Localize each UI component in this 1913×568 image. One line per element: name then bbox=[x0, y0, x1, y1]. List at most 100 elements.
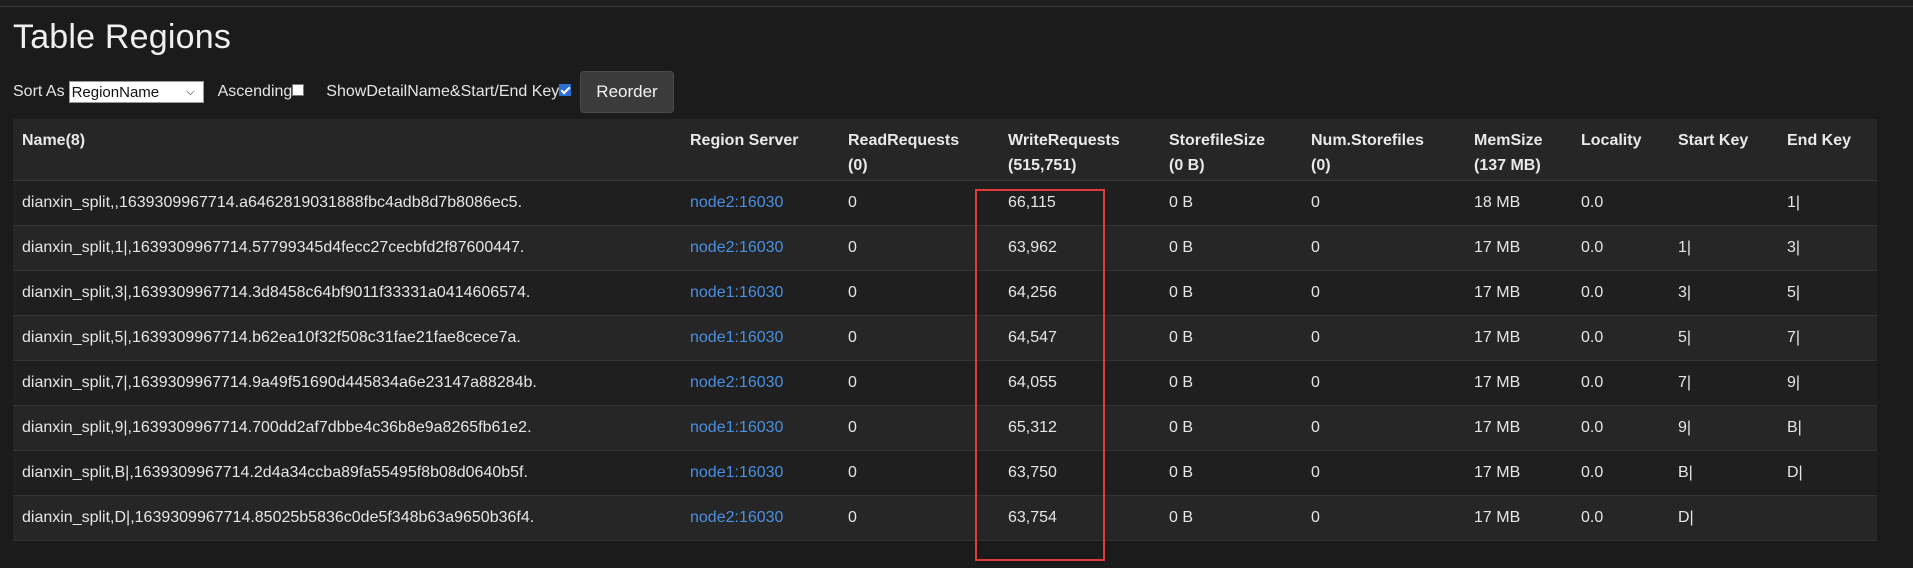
cell-storefile-size: 0 B bbox=[1160, 405, 1302, 451]
cell-storefile-size: 0 B bbox=[1160, 270, 1302, 316]
column-header-label: Num.Storefiles bbox=[1311, 132, 1424, 149]
cell-region-server: node1:16030 bbox=[681, 270, 839, 316]
table-row: dianxin_split,B|,1639309967714.2d4a34ccb… bbox=[13, 450, 1877, 496]
cell-region-server: node1:16030 bbox=[681, 315, 839, 361]
region-server-link[interactable]: node2:16030 bbox=[690, 374, 783, 391]
column-header-label: Name(8) bbox=[22, 132, 86, 149]
cell-name: dianxin_split,3|,1639309967714.3d8458c64… bbox=[13, 270, 681, 316]
column-header-start-key[interactable]: Start Key bbox=[1669, 119, 1778, 181]
column-header-name[interactable]: Name(8) bbox=[13, 119, 681, 181]
cell-end-key: 1| bbox=[1778, 180, 1877, 226]
page-title: Table Regions bbox=[13, 18, 232, 56]
cell-end-key: 9| bbox=[1778, 360, 1877, 406]
cell-name: dianxin_split,5|,1639309967714.b62ea10f3… bbox=[13, 315, 681, 361]
sort-by-select[interactable]: RegionName ⌵ bbox=[68, 81, 204, 103]
table-row: dianxin_split,7|,1639309967714.9a49f5169… bbox=[13, 360, 1877, 406]
cell-num-storefiles: 0 bbox=[1302, 450, 1465, 496]
column-header-read-requests[interactable]: ReadRequests (0) bbox=[839, 119, 999, 181]
cell-end-key: D| bbox=[1778, 450, 1877, 496]
cell-storefile-size: 0 B bbox=[1160, 180, 1302, 226]
cell-start-key: B| bbox=[1669, 450, 1778, 496]
column-header-total: (0) bbox=[848, 157, 868, 174]
cell-write-requests: 63,750 bbox=[999, 450, 1160, 496]
cell-locality: 0.0 bbox=[1572, 495, 1669, 541]
cell-num-storefiles: 0 bbox=[1302, 315, 1465, 361]
show-detail-checkbox[interactable] bbox=[559, 84, 572, 96]
cell-num-storefiles: 0 bbox=[1302, 180, 1465, 226]
cell-num-storefiles: 0 bbox=[1302, 360, 1465, 406]
cell-start-key: 3| bbox=[1669, 270, 1778, 316]
cell-region-server: node1:16030 bbox=[681, 450, 839, 496]
reorder-button[interactable]: Reorder bbox=[580, 71, 674, 113]
cell-num-storefiles: 0 bbox=[1302, 270, 1465, 316]
ascending-checkbox[interactable] bbox=[292, 84, 305, 96]
column-header-write-requests[interactable]: WriteRequests (515,751) bbox=[999, 119, 1160, 181]
region-server-link[interactable]: node2:16030 bbox=[690, 239, 783, 256]
column-header-label: StorefileSize bbox=[1169, 132, 1266, 149]
region-server-link[interactable]: node1:16030 bbox=[690, 419, 783, 436]
column-header-end-key[interactable]: End Key bbox=[1778, 119, 1877, 181]
cell-end-key: B| bbox=[1778, 405, 1877, 451]
cell-start-key bbox=[1669, 180, 1778, 226]
cell-num-storefiles: 0 bbox=[1302, 495, 1465, 541]
column-header-total: (515,751) bbox=[1008, 157, 1077, 174]
cell-mem-size: 17 MB bbox=[1465, 270, 1572, 316]
cell-end-key bbox=[1778, 495, 1877, 541]
cell-read-requests: 0 bbox=[839, 270, 999, 316]
cell-num-storefiles: 0 bbox=[1302, 225, 1465, 271]
cell-locality: 0.0 bbox=[1572, 360, 1669, 406]
region-server-link[interactable]: node2:16030 bbox=[690, 509, 783, 526]
cell-mem-size: 18 MB bbox=[1465, 180, 1572, 226]
region-server-link[interactable]: node2:16030 bbox=[690, 194, 783, 211]
column-header-storefile-size[interactable]: StorefileSize (0 B) bbox=[1160, 119, 1302, 181]
table-row: dianxin_split,,1639309967714.a6462819031… bbox=[13, 180, 1877, 226]
column-header-locality[interactable]: Locality bbox=[1572, 119, 1669, 181]
table-regions-page: Table Regions Sort As RegionName ⌵ Ascen… bbox=[0, 0, 1913, 568]
table-row: dianxin_split,5|,1639309967714.b62ea10f3… bbox=[13, 315, 1877, 361]
column-header-mem-size[interactable]: MemSize (137 MB) bbox=[1465, 119, 1572, 181]
cell-read-requests: 0 bbox=[839, 225, 999, 271]
table-row: dianxin_split,3|,1639309967714.3d8458c64… bbox=[13, 270, 1877, 316]
column-header-total: (0 B) bbox=[1169, 157, 1205, 174]
column-header-total: (137 MB) bbox=[1474, 157, 1541, 174]
cell-region-server: node2:16030 bbox=[681, 180, 839, 226]
cell-locality: 0.0 bbox=[1572, 180, 1669, 226]
cell-name: dianxin_split,B|,1639309967714.2d4a34ccb… bbox=[13, 450, 681, 496]
cell-read-requests: 0 bbox=[839, 405, 999, 451]
cell-read-requests: 0 bbox=[839, 315, 999, 361]
cell-end-key: 3| bbox=[1778, 225, 1877, 271]
chevron-down-icon: ⌵ bbox=[186, 85, 195, 98]
cell-num-storefiles: 0 bbox=[1302, 405, 1465, 451]
cell-storefile-size: 0 B bbox=[1160, 225, 1302, 271]
cell-end-key: 7| bbox=[1778, 315, 1877, 361]
cell-write-requests: 65,312 bbox=[999, 405, 1160, 451]
region-server-link[interactable]: node1:16030 bbox=[690, 329, 783, 346]
cell-storefile-size: 0 B bbox=[1160, 315, 1302, 361]
region-server-link[interactable]: node1:16030 bbox=[690, 284, 783, 301]
cell-read-requests: 0 bbox=[839, 180, 999, 226]
cell-name: dianxin_split,1|,1639309967714.57799345d… bbox=[13, 225, 681, 271]
cell-mem-size: 17 MB bbox=[1465, 495, 1572, 541]
cell-storefile-size: 0 B bbox=[1160, 360, 1302, 406]
cell-write-requests: 66,115 bbox=[999, 180, 1160, 226]
table-row: dianxin_split,D|,1639309967714.85025b583… bbox=[13, 495, 1877, 541]
top-divider bbox=[0, 0, 1913, 7]
cell-mem-size: 17 MB bbox=[1465, 450, 1572, 496]
table-body: dianxin_split,,1639309967714.a6462819031… bbox=[13, 180, 1877, 541]
column-header-label: MemSize bbox=[1474, 132, 1543, 149]
column-header-label: ReadRequests bbox=[848, 132, 960, 149]
table-header-row: Name(8) Region Server ReadRequests (0) Write… bbox=[13, 119, 1877, 181]
table-row: dianxin_split,9|,1639309967714.700dd2af7… bbox=[13, 405, 1877, 451]
cell-locality: 0.0 bbox=[1572, 405, 1669, 451]
column-header-num-storefiles[interactable]: Num.Storefiles (0) bbox=[1302, 119, 1465, 181]
cell-read-requests: 0 bbox=[839, 450, 999, 496]
sort-as-label: Sort As bbox=[13, 83, 65, 100]
cell-start-key: 1| bbox=[1669, 225, 1778, 271]
region-server-link[interactable]: node1:16030 bbox=[690, 464, 783, 481]
cell-mem-size: 17 MB bbox=[1465, 360, 1572, 406]
cell-name: dianxin_split,D|,1639309967714.85025b583… bbox=[13, 495, 681, 541]
cell-name: dianxin_split,9|,1639309967714.700dd2af7… bbox=[13, 405, 681, 451]
sort-controls: Sort As RegionName ⌵ Ascending ShowDetai… bbox=[13, 71, 674, 113]
column-header-label: Region Server bbox=[690, 132, 799, 149]
column-header-region-server[interactable]: Region Server bbox=[681, 119, 839, 181]
